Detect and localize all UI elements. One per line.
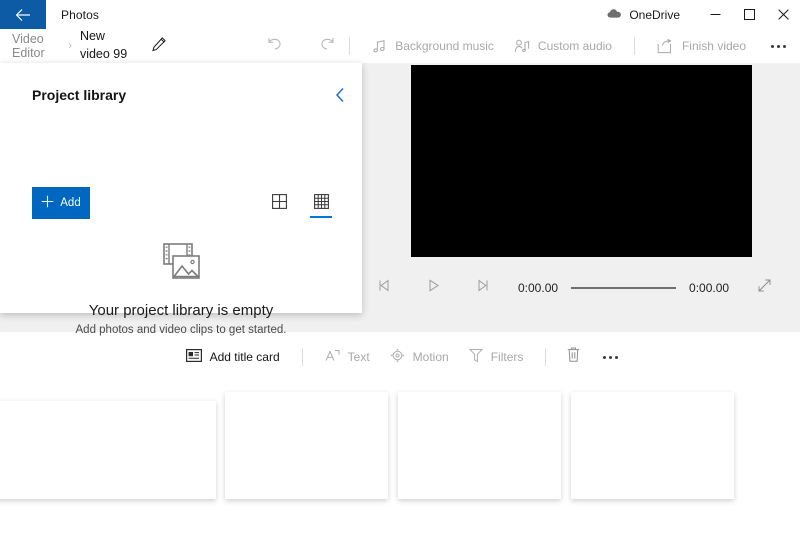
- playback-controls: 0:00.00 0:00.00: [362, 273, 800, 303]
- library-empty-state: Your project library is empty Add photos…: [0, 241, 362, 336]
- undo-redo-group: [265, 36, 337, 56]
- photos-video-editor-window: Photos OneDrive: [0, 0, 800, 541]
- maximize-icon: [744, 9, 755, 20]
- minimize-icon: [710, 9, 721, 20]
- command-bar-overflow-button[interactable]: [764, 32, 792, 60]
- command-divider-1: [349, 37, 350, 55]
- command-bar: Video Editor › New video 99: [0, 29, 800, 63]
- title-bar-spacer: [99, 0, 599, 29]
- back-button[interactable]: [0, 0, 46, 29]
- undo-button[interactable]: [265, 36, 285, 56]
- grid-view-small-selected-underline: [310, 216, 332, 218]
- ellipsis-dot: [777, 45, 780, 48]
- minimize-button[interactable]: [698, 0, 732, 29]
- app-name-label: Photos: [46, 0, 99, 29]
- current-time-label: 0:00.00: [518, 281, 558, 295]
- project-name-wrap: New video 99: [80, 27, 134, 65]
- rename-project-button[interactable]: [151, 35, 167, 57]
- storyboard-card-1[interactable]: [0, 401, 216, 499]
- video-preview-surface[interactable]: [411, 65, 752, 257]
- close-button[interactable]: [766, 0, 800, 29]
- undo-icon: [266, 36, 284, 57]
- title-bar: Photos OneDrive: [0, 0, 800, 29]
- storyboard-cards: [0, 332, 800, 541]
- window-controls: [698, 0, 800, 29]
- chevron-left-icon: [335, 87, 346, 108]
- storyboard-card-3[interactable]: [398, 392, 561, 499]
- maximize-button[interactable]: [732, 0, 766, 29]
- custom-audio-label: Custom audio: [538, 39, 612, 53]
- project-library-title: Project library: [32, 87, 126, 103]
- finish-video-button[interactable]: Finish video: [647, 32, 756, 60]
- previous-frame-button[interactable]: [371, 275, 397, 301]
- storyboard-card-4[interactable]: [571, 392, 734, 499]
- background-music-label: Background music: [395, 39, 494, 53]
- library-view-toggles: [266, 190, 334, 218]
- cloud-icon: [607, 8, 622, 22]
- breadcrumb-separator-icon: ›: [68, 41, 72, 52]
- add-media-button[interactable]: Add: [32, 187, 90, 219]
- play-button[interactable]: [420, 275, 446, 301]
- grid-view-small-icon: [314, 194, 329, 214]
- fullscreen-button[interactable]: [751, 275, 777, 301]
- total-time-label: 0:00.00: [689, 281, 729, 295]
- export-icon: [657, 39, 674, 54]
- close-icon: [778, 9, 789, 20]
- grid-view-small-button[interactable]: [308, 190, 334, 218]
- library-empty-title: Your project library is empty: [0, 302, 362, 319]
- custom-audio-button[interactable]: Custom audio: [504, 32, 622, 60]
- plus-icon: [41, 195, 54, 211]
- finish-video-label: Finish video: [682, 39, 746, 53]
- play-icon: [427, 279, 440, 297]
- background-music-button[interactable]: Background music: [362, 32, 504, 60]
- storyboard-card-2[interactable]: [225, 392, 388, 499]
- previous-frame-icon: [377, 279, 392, 297]
- ellipsis-dot: [771, 45, 774, 48]
- storyboard-area: Add title card Text: [0, 332, 800, 541]
- command-bar-actions: Background music Custom audio: [337, 29, 800, 63]
- redo-button[interactable]: [317, 36, 337, 56]
- back-arrow-icon: [15, 8, 31, 22]
- next-frame-icon: [475, 279, 490, 297]
- collapse-library-button[interactable]: [326, 83, 354, 111]
- music-note-icon: [372, 39, 387, 54]
- onedrive-status[interactable]: OneDrive: [599, 0, 688, 29]
- ellipsis-dot: [783, 45, 786, 48]
- library-empty-subtitle: Add photos and video clips to get starte…: [0, 324, 362, 336]
- add-media-label: Add: [60, 197, 80, 209]
- breadcrumb: Video Editor › New video 99: [0, 27, 134, 65]
- grid-view-large-icon: [272, 194, 287, 214]
- redo-icon: [318, 36, 336, 57]
- playback-scrubber[interactable]: [571, 287, 676, 289]
- breadcrumb-parent-link[interactable]: Video Editor: [12, 32, 60, 60]
- next-frame-button[interactable]: [469, 275, 495, 301]
- media-placeholder-icon: [0, 241, 362, 290]
- pencil-icon: [151, 36, 167, 57]
- onedrive-label: OneDrive: [629, 8, 680, 22]
- project-name-label[interactable]: New video 99: [80, 29, 127, 61]
- fullscreen-icon: [757, 278, 772, 298]
- command-divider-2: [634, 37, 635, 55]
- project-library-panel: Project library Add: [0, 63, 362, 313]
- grid-view-large-button[interactable]: [266, 190, 292, 218]
- preview-pane: 0:00.00 0:00.00: [362, 63, 800, 313]
- custom-audio-icon: [514, 39, 530, 54]
